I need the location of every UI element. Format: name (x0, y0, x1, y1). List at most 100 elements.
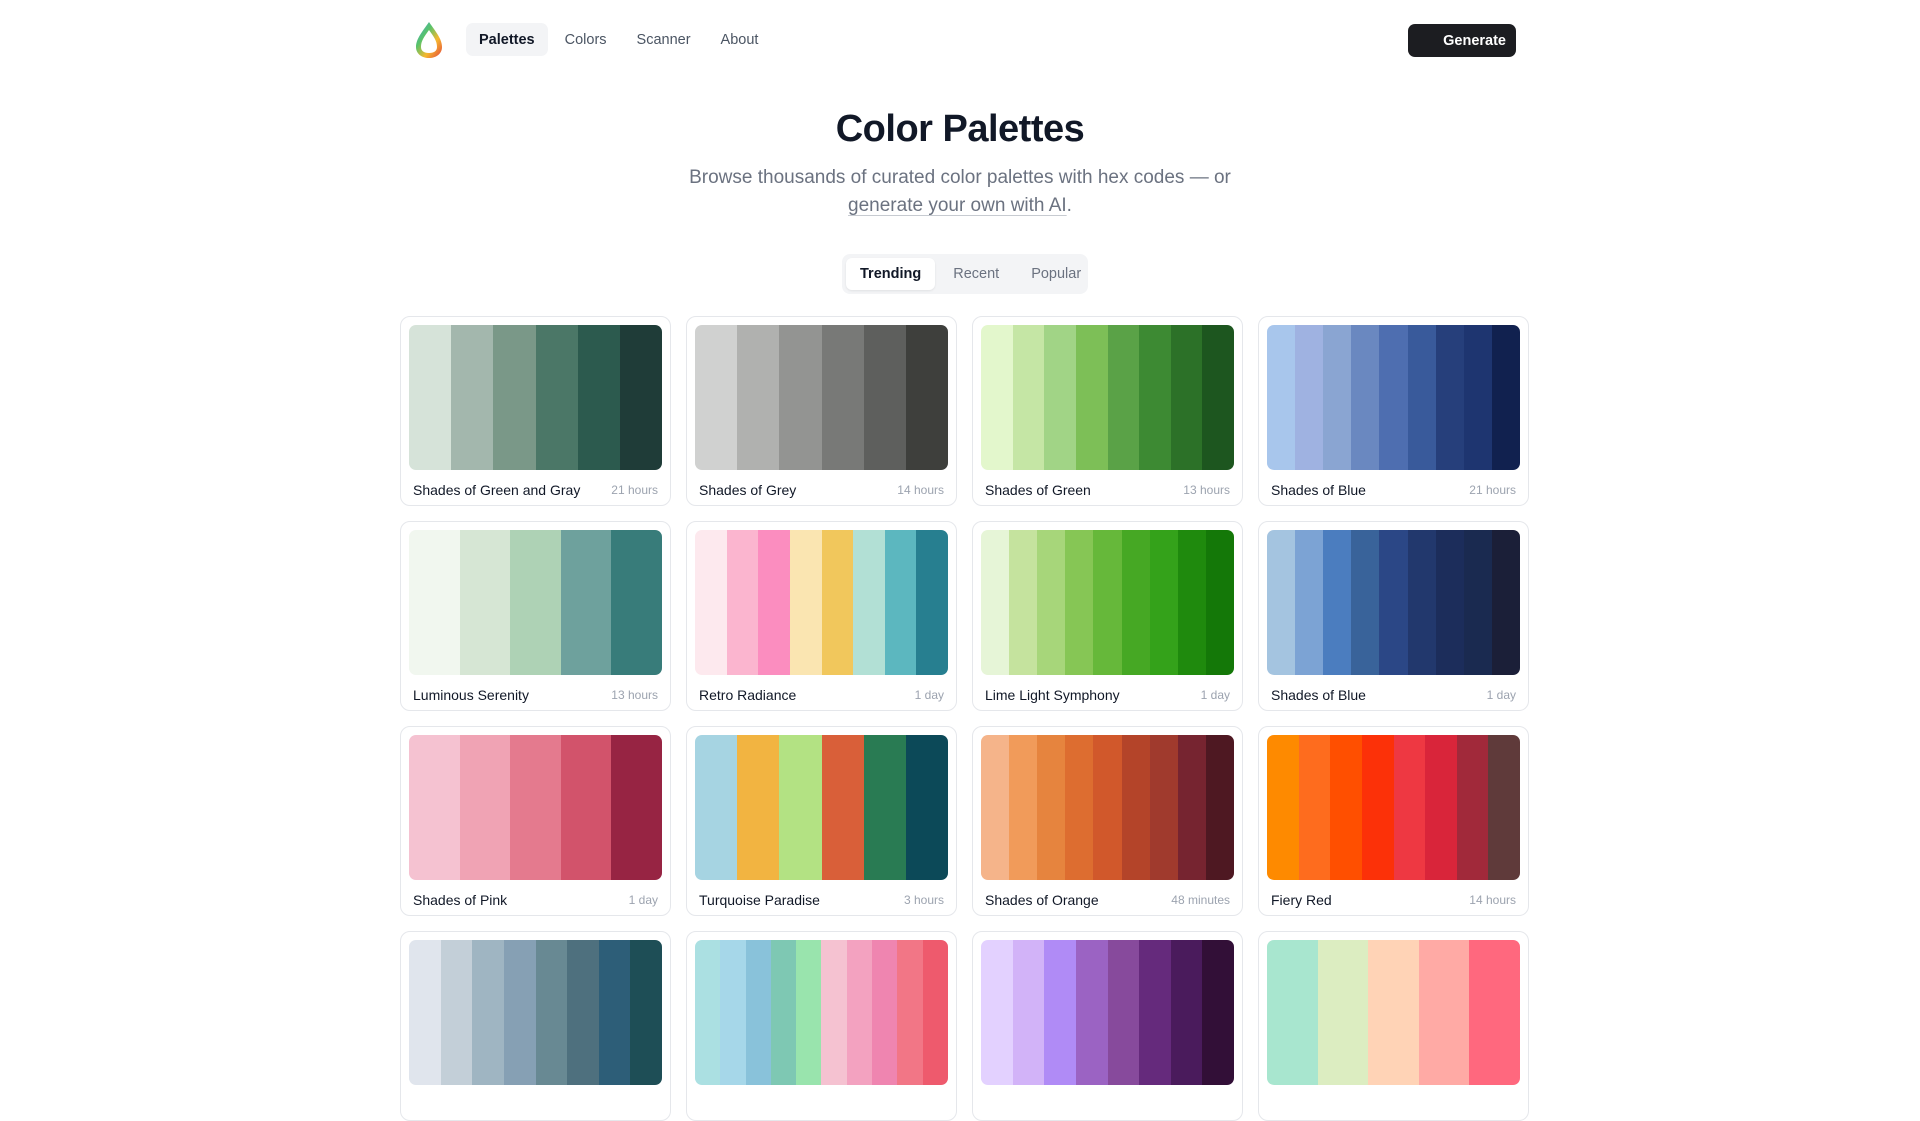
color-swatch[interactable] (409, 735, 460, 880)
color-swatch[interactable] (560, 735, 612, 880)
color-swatch[interactable] (1317, 940, 1369, 1085)
color-swatch[interactable] (695, 735, 738, 880)
color-swatch[interactable] (1267, 940, 1318, 1085)
palette-swatches[interactable] (409, 325, 662, 470)
color-swatch[interactable] (567, 940, 599, 1085)
color-swatch[interactable] (611, 530, 662, 675)
color-swatch[interactable] (821, 735, 864, 880)
palette-swatches[interactable] (1267, 735, 1520, 880)
color-swatch[interactable] (1044, 940, 1076, 1085)
color-swatch[interactable] (1107, 325, 1140, 470)
color-swatch[interactable] (1393, 735, 1426, 880)
generate-button[interactable]: Generate (1408, 24, 1516, 57)
color-swatch[interactable] (1149, 735, 1178, 880)
color-swatch[interactable] (846, 940, 873, 1085)
color-swatch[interactable] (863, 735, 906, 880)
color-swatch[interactable] (1170, 940, 1203, 1085)
color-swatch[interactable] (770, 940, 797, 1085)
color-swatch[interactable] (1456, 735, 1489, 880)
palette-card[interactable] (1258, 931, 1529, 1121)
color-swatch[interactable] (440, 940, 473, 1085)
palette-card[interactable]: Shades of Pink 1 day (400, 726, 671, 916)
palette-card[interactable]: Shades of Grey 14 hours (686, 316, 957, 506)
color-swatch[interactable] (598, 940, 631, 1085)
nav-item-about[interactable]: About (708, 23, 772, 56)
color-swatch[interactable] (695, 325, 738, 470)
color-swatch[interactable] (472, 940, 504, 1085)
color-swatch[interactable] (821, 530, 854, 675)
color-swatch[interactable] (1491, 325, 1520, 470)
palette-card[interactable] (972, 931, 1243, 1121)
color-swatch[interactable] (1295, 325, 1324, 470)
color-swatch[interactable] (1267, 530, 1296, 675)
color-swatch[interactable] (1121, 735, 1150, 880)
palette-card[interactable]: Shades of Blue 21 hours (1258, 316, 1529, 506)
palette-card[interactable]: Fiery Red 14 hours (1258, 726, 1529, 916)
color-swatch[interactable] (872, 940, 898, 1085)
color-swatch[interactable] (1093, 735, 1122, 880)
color-swatch[interactable] (981, 940, 1013, 1085)
color-swatch[interactable] (409, 940, 441, 1085)
color-swatch[interactable] (1177, 735, 1206, 880)
color-swatch[interactable] (1435, 530, 1464, 675)
color-swatch[interactable] (1093, 530, 1122, 675)
color-swatch[interactable] (1323, 325, 1352, 470)
color-swatch[interactable] (1267, 325, 1296, 470)
color-swatch[interactable] (720, 940, 746, 1085)
color-swatch[interactable] (1012, 325, 1045, 470)
color-swatch[interactable] (1044, 325, 1076, 470)
color-swatch[interactable] (745, 940, 771, 1085)
color-swatch[interactable] (1351, 530, 1380, 675)
palette-card[interactable]: Shades of Green 13 hours (972, 316, 1243, 506)
color-swatch[interactable] (1149, 530, 1178, 675)
color-swatch[interactable] (821, 325, 864, 470)
color-swatch[interactable] (695, 940, 721, 1085)
palette-swatches[interactable] (695, 735, 948, 880)
color-swatch[interactable] (1351, 325, 1380, 470)
color-swatch[interactable] (535, 940, 568, 1085)
color-swatch[interactable] (737, 735, 780, 880)
palette-card[interactable]: Luminous Serenity 13 hours (400, 521, 671, 711)
color-swatch[interactable] (630, 940, 662, 1085)
color-swatch[interactable] (1435, 325, 1464, 470)
color-swatch[interactable] (1330, 735, 1362, 880)
tab-trending[interactable]: Trending (846, 258, 936, 290)
color-swatch[interactable] (1469, 940, 1520, 1085)
palette-card[interactable] (400, 931, 671, 1121)
color-swatch[interactable] (1267, 735, 1299, 880)
color-swatch[interactable] (922, 940, 948, 1085)
color-swatch[interactable] (503, 940, 536, 1085)
palette-swatches[interactable] (981, 325, 1234, 470)
palette-swatches[interactable] (981, 940, 1234, 1085)
nav-item-colors[interactable]: Colors (552, 23, 620, 56)
nav-item-palettes[interactable]: Palettes (466, 23, 548, 56)
color-swatch[interactable] (1298, 735, 1331, 880)
color-swatch[interactable] (1205, 735, 1234, 880)
color-swatch[interactable] (451, 325, 494, 470)
palette-card[interactable] (686, 931, 957, 1121)
color-swatch[interactable] (1407, 530, 1436, 675)
color-swatch[interactable] (796, 940, 822, 1085)
color-swatch[interactable] (1205, 530, 1234, 675)
palette-card[interactable]: Shades of Green and Gray 21 hours (400, 316, 671, 506)
color-swatch[interactable] (1488, 735, 1520, 880)
palette-swatches[interactable] (409, 940, 662, 1085)
color-swatch[interactable] (1379, 325, 1408, 470)
color-swatch[interactable] (695, 530, 727, 675)
color-swatch[interactable] (560, 530, 612, 675)
palette-card[interactable]: Shades of Blue 1 day (1258, 521, 1529, 711)
color-swatch[interactable] (863, 325, 906, 470)
color-swatch[interactable] (1012, 940, 1045, 1085)
color-swatch[interactable] (1407, 325, 1436, 470)
color-swatch[interactable] (1107, 940, 1140, 1085)
palette-card[interactable]: Shades of Orange 48 minutes (972, 726, 1243, 916)
color-swatch[interactable] (1463, 530, 1492, 675)
color-swatch[interactable] (611, 735, 662, 880)
color-swatch[interactable] (1361, 735, 1394, 880)
palette-swatches[interactable] (695, 530, 948, 675)
palette-swatches[interactable] (981, 735, 1234, 880)
color-swatch[interactable] (1202, 940, 1234, 1085)
color-swatch[interactable] (493, 325, 536, 470)
color-swatch[interactable] (1368, 940, 1419, 1085)
color-swatch[interactable] (1009, 735, 1038, 880)
